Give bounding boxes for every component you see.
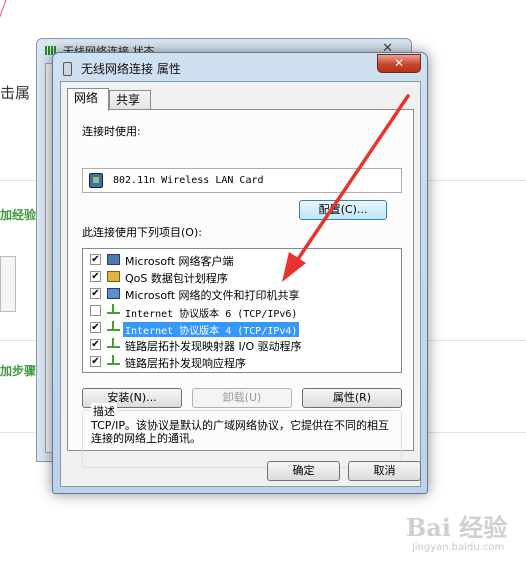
baidu-watermark: Bai 经验 jingyan.baidu.com [406, 506, 522, 560]
arrow-shaft [294, 94, 410, 264]
annotation-arrow [282, 94, 410, 282]
watermark-logo: Bai 经验 [406, 513, 508, 542]
watermark-url: jingyan.baidu.com [412, 542, 505, 553]
arrow-head [282, 252, 306, 282]
tab-network[interactable]: 网络 [67, 88, 109, 111]
